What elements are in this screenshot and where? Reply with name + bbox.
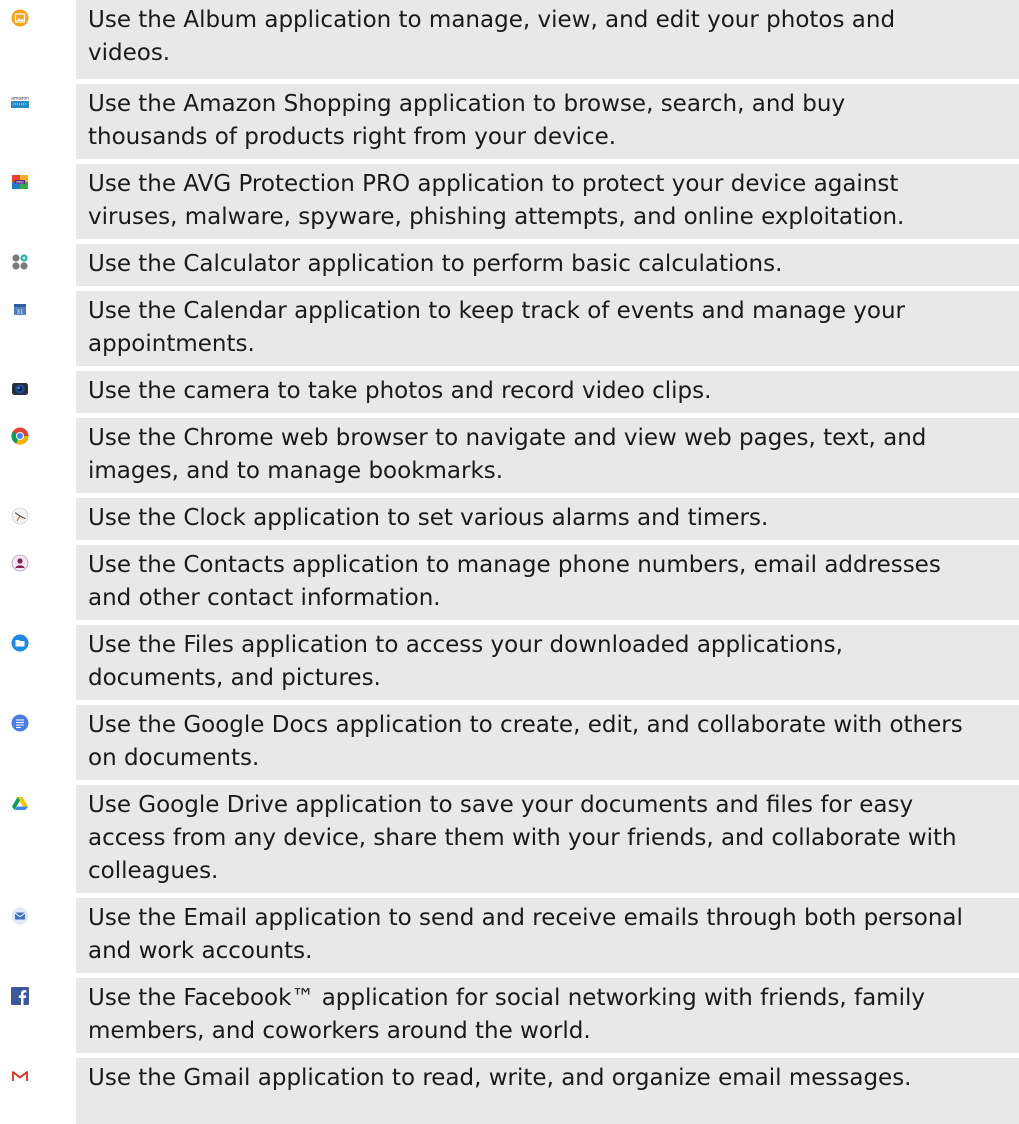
list-item-chrome: Use the Chrome web browser to navigate a… <box>0 418 1019 493</box>
album-icon <box>11 9 29 27</box>
clock-icon <box>11 507 29 525</box>
app-description: Use the Contacts application to manage p… <box>76 545 1019 620</box>
list-item-clock: Use the Clock application to set various… <box>0 498 1019 540</box>
list-item-contacts: Use the Contacts application to manage p… <box>0 545 1019 620</box>
google-docs-icon <box>11 714 29 732</box>
list-item-camera: Use the camera to take photos and record… <box>0 371 1019 413</box>
app-description: Use the Chrome web browser to navigate a… <box>76 418 1019 493</box>
list-item-google-docs: Use the Google Docs application to creat… <box>0 705 1019 780</box>
list-item-files: Use the Files application to access your… <box>0 625 1019 700</box>
svg-text:31: 31 <box>17 310 24 316</box>
list-item-gmail: Use the Gmail application to read, write… <box>0 1058 1019 1124</box>
gmail-icon <box>11 1067 29 1085</box>
list-item-calendar: 31 Use the Calendar application to keep … <box>0 291 1019 366</box>
app-description: Use the Calculator application to perfor… <box>76 244 1019 286</box>
app-description: Use the camera to take photos and record… <box>76 371 1019 413</box>
app-description: Use the Clock application to set various… <box>76 498 1019 540</box>
app-description: Use the AVG Protection PRO application t… <box>76 164 1019 239</box>
files-icon <box>11 634 29 652</box>
list-item-google-drive: Use Google Drive application to save you… <box>0 785 1019 893</box>
camera-icon <box>11 380 29 398</box>
app-description: Use the Album application to manage, vie… <box>76 0 1019 79</box>
facebook-icon <box>11 987 29 1005</box>
app-description: Use the Email application to send and re… <box>76 898 1019 973</box>
chrome-icon <box>11 427 29 445</box>
app-list: Use the Album application to manage, vie… <box>0 0 1019 1124</box>
app-description: Use the Facebook™ application for social… <box>76 978 1019 1053</box>
list-item-facebook: Use the Facebook™ application for social… <box>0 978 1019 1053</box>
email-icon <box>11 907 29 925</box>
google-drive-icon <box>11 794 29 812</box>
amazon-shopping-icon: amazon <box>11 93 29 111</box>
calendar-icon: 31 <box>11 300 29 318</box>
contacts-icon <box>11 554 29 572</box>
list-item-avg-protection: PRO Use the AVG Protection PRO applicati… <box>0 164 1019 239</box>
app-description: Use the Files application to access your… <box>76 625 1019 700</box>
avg-protection-icon: PRO <box>11 173 29 191</box>
list-item-calculator: Use the Calculator application to perfor… <box>0 244 1019 286</box>
list-item-amazon-shopping: amazon Use the Amazon Shopping applicati… <box>0 84 1019 159</box>
list-item-email: Use the Email application to send and re… <box>0 898 1019 973</box>
app-description: Use the Calendar application to keep tra… <box>76 291 1019 366</box>
list-item-album: Use the Album application to manage, vie… <box>0 0 1019 79</box>
calculator-icon <box>11 253 29 271</box>
app-description: Use Google Drive application to save you… <box>76 785 1019 893</box>
app-description: Use the Google Docs application to creat… <box>76 705 1019 780</box>
svg-text:amazon: amazon <box>11 97 29 102</box>
app-description: Use the Amazon Shopping application to b… <box>76 84 1019 159</box>
app-description: Use the Gmail application to read, write… <box>76 1058 1019 1124</box>
svg-text:PRO: PRO <box>16 180 24 184</box>
